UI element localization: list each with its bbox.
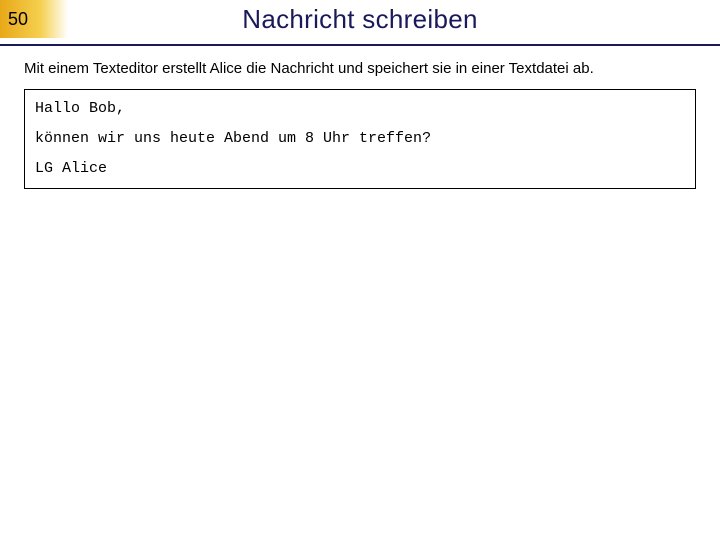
slide-number: 50: [8, 9, 28, 30]
message-box: Hallo Bob, können wir uns heute Abend um…: [24, 89, 696, 189]
message-line-2: können wir uns heute Abend um 8 Uhr tref…: [35, 130, 685, 148]
message-line-3: LG Alice: [35, 160, 685, 178]
slide-title: Nachricht schreiben: [242, 4, 477, 35]
title-area: Nachricht schreiben: [68, 0, 720, 38]
slide-header: 50 Nachricht schreiben: [0, 0, 720, 38]
intro-text: Mit einem Texteditor erstellt Alice die …: [24, 60, 696, 77]
slide-number-box: 50: [0, 0, 68, 38]
message-line-1: Hallo Bob,: [35, 100, 685, 118]
slide-content: Mit einem Texteditor erstellt Alice die …: [0, 46, 720, 189]
